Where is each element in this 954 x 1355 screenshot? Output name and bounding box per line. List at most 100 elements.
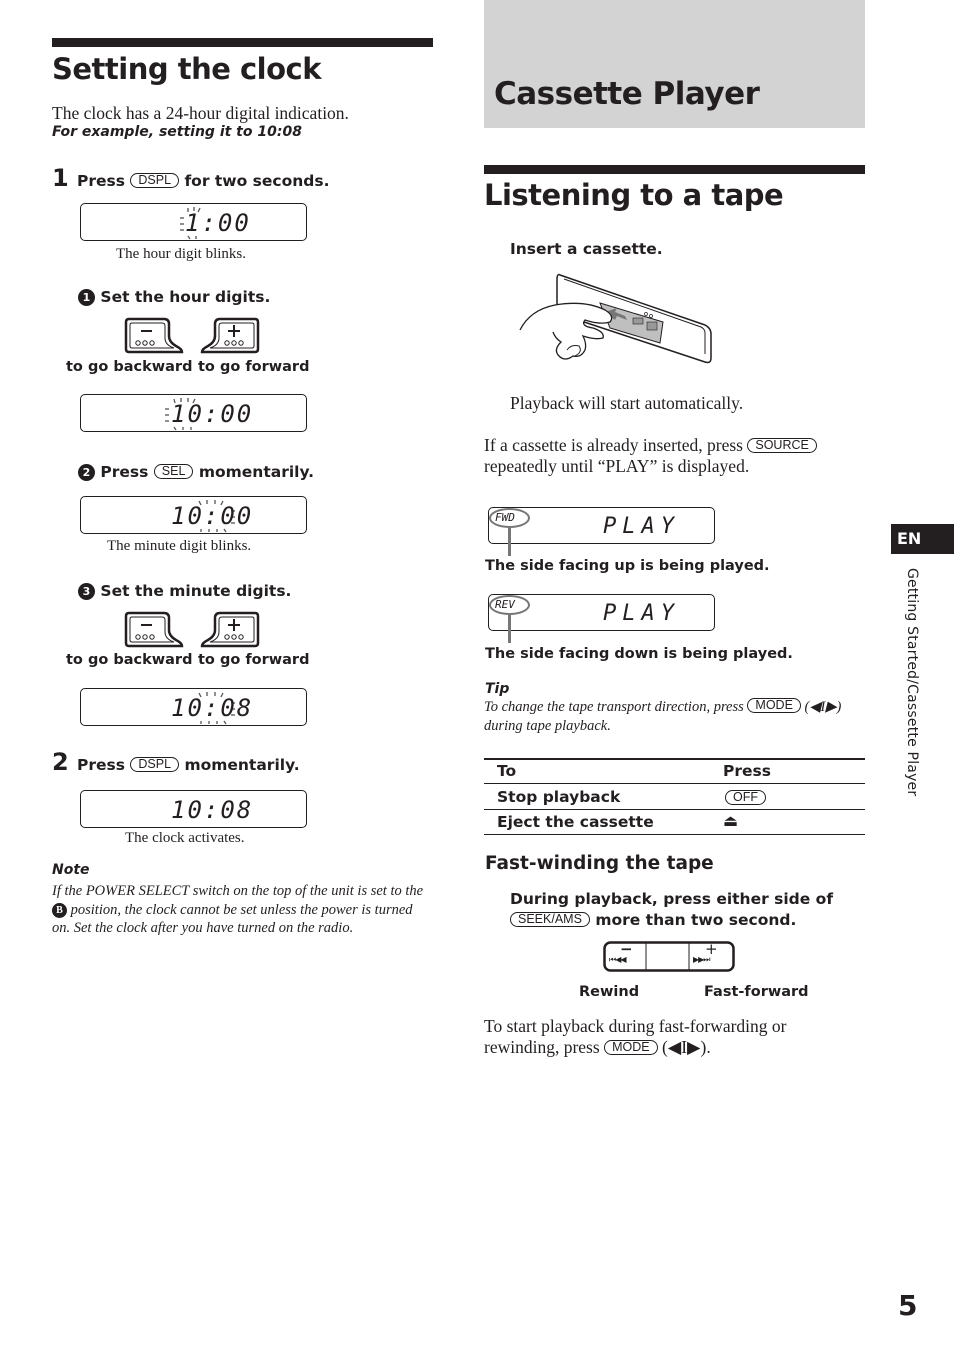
fwd-callout-line: [508, 528, 511, 556]
fast-winding-instruction-1: During playback, press either side of: [510, 890, 834, 908]
lcd-display-step2: 10:08: [80, 790, 307, 828]
table-row-action: Stop playback: [497, 788, 621, 806]
dspl-key: DSPL: [130, 757, 180, 772]
note-text: If the POWER SELECT switch on the top of…: [52, 882, 434, 938]
step2-instruction: Press DSPL momentarily.: [77, 756, 300, 774]
fast-forward-glyph-icon: ▶▶⏭: [693, 955, 710, 964]
lcd-time: 10:00: [171, 400, 254, 428]
fast-winding-suffix: more than two second.: [595, 911, 797, 929]
rewind-glyph-icon: ⏮◀◀: [609, 955, 626, 964]
fast-winding-instruction-2: SEEK/AMS more than two second.: [510, 911, 796, 929]
source-key: SOURCE: [747, 438, 817, 453]
forward-label-1: to go forward: [198, 359, 310, 375]
substep3-instruction: 3 Set the minute digits.: [78, 582, 291, 600]
table-row-action: Eject the cassette: [497, 813, 654, 831]
lcd-display-rev: REV PLAY: [488, 594, 715, 631]
fast-winding-heading: Fast-winding the tape: [485, 853, 714, 874]
circled-3-icon: 3: [78, 583, 95, 600]
step-number-2: 2: [52, 748, 69, 776]
resume-after: (◀I▶).: [661, 1036, 711, 1057]
language-tab: EN: [891, 524, 954, 554]
minus-button-icon: [124, 611, 184, 648]
substep1-text: Set the hour digits.: [100, 288, 271, 306]
plus-minus-buttons-2: [124, 611, 260, 648]
substep2-suffix: momentarily.: [198, 463, 315, 481]
substep3-text: Set the minute digits.: [100, 582, 292, 600]
note-heading: Note: [52, 862, 90, 878]
table-bottom-rule: [484, 834, 865, 835]
lcd-time: 10:00: [171, 502, 254, 530]
resume-text: To start playback during fast-forwarding…: [484, 1016, 854, 1057]
table-header-rule: [484, 783, 865, 784]
circled-1-icon: 1: [78, 289, 95, 306]
off-key: OFF: [725, 790, 766, 805]
lcd-display-substep3: 10:08: [80, 688, 307, 726]
fwd-caption: The side facing up is being played.: [485, 558, 770, 574]
chapter-title: Cassette Player: [494, 76, 760, 112]
plus-minus-buttons-1: [124, 317, 260, 354]
tip-text: To change the tape transport direction, …: [484, 698, 864, 735]
lcd-display-substep2: 10:00: [80, 496, 307, 534]
circled-2-icon: 2: [78, 464, 95, 481]
rewind-label: Rewind: [579, 984, 640, 1000]
already-inserted-text: If a cassette is already inserted, press…: [484, 435, 844, 476]
fast-forward-label: Fast-forward: [704, 984, 809, 1000]
plus-button-icon: [200, 611, 260, 648]
lcd-display-substep1: 10:00: [80, 394, 307, 432]
dspl-key: DSPL: [130, 173, 180, 188]
table-row-rule: [484, 809, 865, 810]
lcd-time: 10:08: [171, 796, 254, 824]
backward-label-1: to go backward: [66, 359, 193, 375]
note-text-before: If the POWER SELECT switch on the top of…: [52, 883, 424, 899]
step1-caption: The hour digit blinks.: [116, 246, 246, 262]
rev-callout-line: [508, 615, 511, 643]
step-number-1: 1: [52, 164, 69, 192]
eject-icon: ⏏: [723, 811, 739, 830]
section-rule: [52, 38, 433, 47]
lcd-display-fwd: FWD PLAY: [488, 507, 715, 544]
tip-before: To change the tape transport direction, …: [484, 699, 744, 715]
note-text-after: position, the clock cannot be set unless…: [52, 901, 413, 937]
sel-key: SEL: [153, 464, 194, 479]
section-title: Setting the clock: [52, 52, 322, 86]
substep2-instruction: 2 Press SEL momentarily.: [78, 463, 314, 481]
already-inserted-before: If a cassette is already inserted, press: [484, 435, 743, 455]
play-text: PLAY: [603, 601, 680, 626]
table-header-to: To: [497, 762, 517, 780]
intro-text: The clock has a 24-hour digital indicati…: [52, 103, 349, 123]
language-tab-label: EN: [897, 529, 922, 548]
step2-caption: The clock activates.: [125, 830, 245, 846]
substep2-caption: The minute digit blinks.: [107, 538, 252, 554]
step1-suffix: for two seconds.: [184, 172, 330, 190]
section-title: Listening to a tape: [484, 178, 784, 212]
section-rule: [484, 165, 865, 174]
lcd-time: 10:08: [171, 694, 254, 722]
playback-auto-text: Playback will start automatically.: [510, 393, 744, 413]
substep1-instruction: 1 Set the hour digits.: [78, 288, 270, 306]
example-text: For example, setting it to 10:08: [52, 124, 302, 140]
tip-heading: Tip: [485, 681, 510, 697]
step1-instruction: Press DSPL for two seconds.: [77, 172, 329, 190]
forward-label-2: to go forward: [198, 652, 310, 668]
lcd-time: 1:00: [185, 209, 251, 237]
plus-button-icon: [200, 317, 260, 354]
circled-b-icon: B: [52, 902, 67, 918]
table-top-rule: [484, 758, 865, 760]
rev-indicator: REV: [495, 598, 515, 611]
already-inserted-after: repeatedly until “PLAY” is displayed.: [484, 455, 750, 476]
lcd-display-step1: 1:00: [80, 203, 307, 241]
substep2-press: Press: [100, 463, 149, 481]
mode-key: MODE: [747, 698, 801, 713]
step1-press: Press: [77, 172, 125, 190]
minus-button-icon: [124, 317, 184, 354]
play-text: PLAY: [603, 514, 680, 539]
rev-caption: The side facing down is being played.: [485, 646, 793, 662]
insert-instruction: Insert a cassette.: [510, 240, 663, 258]
step2-press: Press: [77, 756, 125, 774]
backward-label-2: to go backward: [66, 652, 193, 668]
step2-suffix: momentarily.: [184, 756, 300, 774]
mode-key: MODE: [604, 1039, 658, 1055]
page-number: 5: [898, 1289, 918, 1322]
fwd-indicator: FWD: [495, 511, 515, 524]
cassette-insert-illustration: [519, 273, 712, 364]
